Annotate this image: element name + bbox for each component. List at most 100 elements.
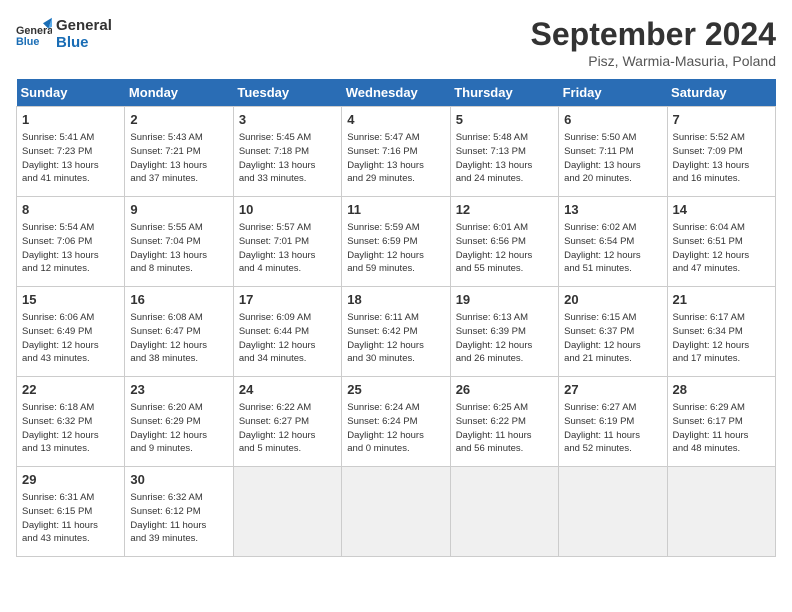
week-row-3: 15 Sunrise: 6:06 AM Sunset: 6:49 PM Dayli… — [17, 287, 776, 377]
day-cell: 6 Sunrise: 5:50 AM Sunset: 7:11 PM Daylig… — [559, 107, 667, 197]
day-detail: Sunrise: 5:55 AM Sunset: 7:04 PM Dayligh… — [130, 221, 227, 276]
day-cell: 16 Sunrise: 6:08 AM Sunset: 6:47 PM Dayli… — [125, 287, 233, 377]
day-cell: 30 Sunrise: 6:32 AM Sunset: 6:12 PM Dayli… — [125, 467, 233, 557]
weekday-tuesday: Tuesday — [233, 79, 341, 107]
day-number: 16 — [130, 291, 227, 309]
day-number: 5 — [456, 111, 553, 129]
day-cell: 27 Sunrise: 6:27 AM Sunset: 6:19 PM Dayli… — [559, 377, 667, 467]
week-row-2: 8 Sunrise: 5:54 AM Sunset: 7:06 PM Daylig… — [17, 197, 776, 287]
day-number: 15 — [22, 291, 119, 309]
day-cell — [233, 467, 341, 557]
logo-icon: General Blue — [16, 16, 52, 52]
day-number: 13 — [564, 201, 661, 219]
day-number: 21 — [673, 291, 770, 309]
day-number: 14 — [673, 201, 770, 219]
day-detail: Sunrise: 6:18 AM Sunset: 6:32 PM Dayligh… — [22, 401, 119, 456]
day-number: 10 — [239, 201, 336, 219]
day-detail: Sunrise: 6:20 AM Sunset: 6:29 PM Dayligh… — [130, 401, 227, 456]
day-detail: Sunrise: 6:02 AM Sunset: 6:54 PM Dayligh… — [564, 221, 661, 276]
day-detail: Sunrise: 6:13 AM Sunset: 6:39 PM Dayligh… — [456, 311, 553, 366]
day-cell: 20Sunrise: 6:15 AM Sunset: 6:37 PM Dayli… — [559, 287, 667, 377]
day-detail: Sunrise: 5:41 AM Sunset: 7:23 PM Dayligh… — [22, 131, 119, 186]
header: General Blue General Blue September 2024… — [16, 16, 776, 69]
location-subtitle: Pisz, Warmia-Masuria, Poland — [531, 53, 776, 69]
day-cell: 14 Sunrise: 6:04 AM Sunset: 6:51 PM Dayli… — [667, 197, 775, 287]
day-number: 19 — [456, 291, 553, 309]
day-cell: 19 Sunrise: 6:13 AM Sunset: 6:39 PM Dayli… — [450, 287, 558, 377]
day-cell: 22 Sunrise: 6:18 AM Sunset: 6:32 PM Dayli… — [17, 377, 125, 467]
day-detail: Sunrise: 5:48 AM Sunset: 7:13 PM Dayligh… — [456, 131, 553, 186]
day-detail: Sunrise: 6:09 AM Sunset: 6:44 PM Dayligh… — [239, 311, 336, 366]
day-cell: 5 Sunrise: 5:48 AM Sunset: 7:13 PM Daylig… — [450, 107, 558, 197]
day-number: 8 — [22, 201, 119, 219]
weekday-header-row: SundayMondayTuesdayWednesdayThursdayFrid… — [17, 79, 776, 107]
day-detail: Sunrise: 6:01 AM Sunset: 6:56 PM Dayligh… — [456, 221, 553, 276]
week-row-1: 1 Sunrise: 5:41 AM Sunset: 7:23 PM Daylig… — [17, 107, 776, 197]
day-detail: Sunrise: 5:54 AM Sunset: 7:06 PM Dayligh… — [22, 221, 119, 276]
day-number: 12 — [456, 201, 553, 219]
day-cell: 11Sunrise: 5:59 AM Sunset: 6:59 PM Dayli… — [342, 197, 450, 287]
day-detail: Sunrise: 6:25 AM Sunset: 6:22 PM Dayligh… — [456, 401, 553, 456]
weekday-friday: Friday — [559, 79, 667, 107]
logo-line1: General — [56, 17, 112, 34]
svg-text:Blue: Blue — [16, 36, 39, 48]
day-number: 6 — [564, 111, 661, 129]
day-cell: 10 Sunrise: 5:57 AM Sunset: 7:01 PM Dayli… — [233, 197, 341, 287]
week-row-5: 29 Sunrise: 6:31 AM Sunset: 6:15 PM Dayli… — [17, 467, 776, 557]
day-cell: 4Sunrise: 5:47 AM Sunset: 7:16 PM Daylig… — [342, 107, 450, 197]
day-number: 28 — [673, 381, 770, 399]
day-number: 23 — [130, 381, 227, 399]
day-cell: 2Sunrise: 5:43 AM Sunset: 7:21 PM Daylig… — [125, 107, 233, 197]
day-detail: Sunrise: 5:47 AM Sunset: 7:16 PM Dayligh… — [347, 131, 444, 186]
day-number: 29 — [22, 471, 119, 489]
day-cell: 7 Sunrise: 5:52 AM Sunset: 7:09 PM Daylig… — [667, 107, 775, 197]
day-number: 22 — [22, 381, 119, 399]
day-cell — [342, 467, 450, 557]
day-number: 18 — [347, 291, 444, 309]
day-detail: Sunrise: 6:24 AM Sunset: 6:24 PM Dayligh… — [347, 401, 444, 456]
logo-line2: Blue — [56, 34, 112, 51]
day-number: 3 — [239, 111, 336, 129]
day-detail: Sunrise: 6:11 AM Sunset: 6:42 PM Dayligh… — [347, 311, 444, 366]
day-detail: Sunrise: 5:45 AM Sunset: 7:18 PM Dayligh… — [239, 131, 336, 186]
day-detail: Sunrise: 6:04 AM Sunset: 6:51 PM Dayligh… — [673, 221, 770, 276]
weekday-thursday: Thursday — [450, 79, 558, 107]
day-cell: 26 Sunrise: 6:25 AM Sunset: 6:22 PM Dayli… — [450, 377, 558, 467]
calendar-table: SundayMondayTuesdayWednesdayThursdayFrid… — [16, 79, 776, 557]
day-number: 30 — [130, 471, 227, 489]
day-detail: Sunrise: 6:27 AM Sunset: 6:19 PM Dayligh… — [564, 401, 661, 456]
day-cell: 25 Sunrise: 6:24 AM Sunset: 6:24 PM Dayli… — [342, 377, 450, 467]
day-cell: 17Sunrise: 6:09 AM Sunset: 6:44 PM Dayli… — [233, 287, 341, 377]
day-cell: 21 Sunrise: 6:17 AM Sunset: 6:34 PM Dayli… — [667, 287, 775, 377]
month-title: September 2024 — [531, 16, 776, 53]
weekday-sunday: Sunday — [17, 79, 125, 107]
day-number: 9 — [130, 201, 227, 219]
day-number: 24 — [239, 381, 336, 399]
day-detail: Sunrise: 5:57 AM Sunset: 7:01 PM Dayligh… — [239, 221, 336, 276]
logo: General Blue General Blue — [16, 16, 112, 52]
day-number: 1 — [22, 111, 119, 129]
day-number: 25 — [347, 381, 444, 399]
day-detail: Sunrise: 5:52 AM Sunset: 7:09 PM Dayligh… — [673, 131, 770, 186]
day-cell: 8 Sunrise: 5:54 AM Sunset: 7:06 PM Daylig… — [17, 197, 125, 287]
day-number: 2 — [130, 111, 227, 129]
day-detail: Sunrise: 6:22 AM Sunset: 6:27 PM Dayligh… — [239, 401, 336, 456]
day-cell: 9 Sunrise: 5:55 AM Sunset: 7:04 PM Daylig… — [125, 197, 233, 287]
day-number: 7 — [673, 111, 770, 129]
day-detail: Sunrise: 5:50 AM Sunset: 7:11 PM Dayligh… — [564, 131, 661, 186]
day-cell: 28Sunrise: 6:29 AM Sunset: 6:17 PM Dayli… — [667, 377, 775, 467]
calendar-body: 1 Sunrise: 5:41 AM Sunset: 7:23 PM Daylig… — [17, 107, 776, 557]
day-detail: Sunrise: 6:17 AM Sunset: 6:34 PM Dayligh… — [673, 311, 770, 366]
day-detail: Sunrise: 6:31 AM Sunset: 6:15 PM Dayligh… — [22, 491, 119, 546]
weekday-wednesday: Wednesday — [342, 79, 450, 107]
day-detail: Sunrise: 6:08 AM Sunset: 6:47 PM Dayligh… — [130, 311, 227, 366]
day-number: 26 — [456, 381, 553, 399]
day-cell: 24 Sunrise: 6:22 AM Sunset: 6:27 PM Dayli… — [233, 377, 341, 467]
day-cell: 23 Sunrise: 6:20 AM Sunset: 6:29 PM Dayli… — [125, 377, 233, 467]
day-number: 11 — [347, 201, 444, 219]
day-detail: Sunrise: 6:32 AM Sunset: 6:12 PM Dayligh… — [130, 491, 227, 546]
week-row-4: 22 Sunrise: 6:18 AM Sunset: 6:32 PM Dayli… — [17, 377, 776, 467]
day-cell: 29 Sunrise: 6:31 AM Sunset: 6:15 PM Dayli… — [17, 467, 125, 557]
day-number: 27 — [564, 381, 661, 399]
day-detail: Sunrise: 6:06 AM Sunset: 6:49 PM Dayligh… — [22, 311, 119, 366]
